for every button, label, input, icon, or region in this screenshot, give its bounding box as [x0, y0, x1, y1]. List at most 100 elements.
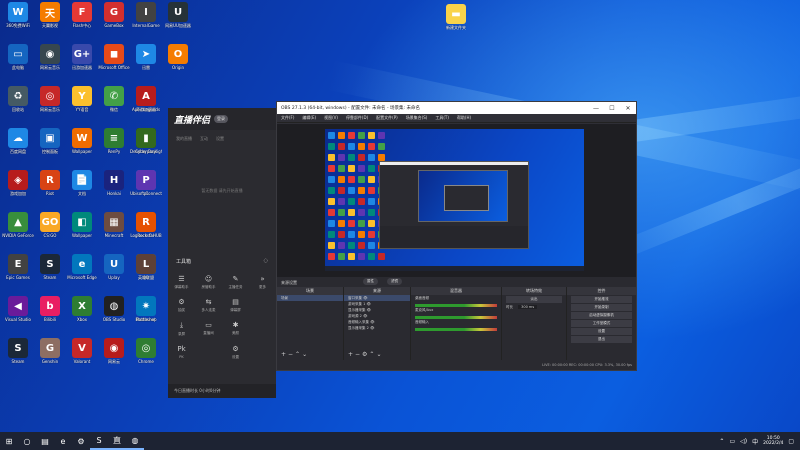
desktop-icon[interactable]: R Riot — [34, 170, 66, 196]
control-button[interactable]: 工作室模式 — [571, 320, 632, 327]
scenes-dock-controls[interactable]: +−⌃⌄ — [281, 351, 309, 358]
visibility-icon[interactable]: 👁 — [362, 314, 367, 318]
duration-input[interactable]: 300 ms — [518, 305, 538, 309]
tool-item[interactable]: ⚙ 设置 — [222, 345, 249, 360]
toolbox-expand-icon[interactable]: ◌ — [264, 258, 268, 265]
transition-type-select[interactable]: 淡出 — [506, 296, 562, 303]
desktop-icon[interactable]: ◈ 游戏加加 — [2, 170, 34, 196]
desktop-icon[interactable]: U Uplay — [98, 254, 130, 280]
desktop-icon[interactable]: U 网易UU加速器 — [162, 2, 194, 28]
taskbar-live-app-icon[interactable]: 直 — [108, 432, 126, 450]
desktop-icon[interactable]: ▮ Cyberpunk — [130, 128, 162, 154]
desktop-icon[interactable]: 📄 文档 — [66, 170, 98, 196]
close-icon[interactable]: ✕ — [620, 105, 636, 112]
minimize-icon[interactable]: — — [588, 105, 604, 112]
desktop-icon[interactable]: Pps — [130, 170, 162, 196]
desktop-icon[interactable]: ✷ Battle.net — [130, 296, 162, 322]
desktop-icon[interactable]: ◎ Chrome — [130, 338, 162, 364]
source-item[interactable]: 显示器采集 2 👁 — [344, 325, 410, 331]
desktop-icon[interactable]: ▲ NVIDIA GeForce — [2, 212, 34, 238]
taskbar-search-icon[interactable]: ○ — [18, 432, 36, 450]
desktop-icon[interactable]: S Steam — [34, 254, 66, 280]
visibility-icon[interactable]: 👁 — [362, 296, 367, 300]
properties-button[interactable]: 属性 — [363, 278, 378, 285]
desktop-icon[interactable]: G GameBox — [98, 2, 130, 28]
desktop-icon[interactable]: ◉ 网易云音乐 — [34, 44, 66, 70]
sources-dock-controls[interactable]: +−⚙⌃⌄ — [348, 351, 384, 358]
tray-arrow-icon[interactable]: ⌃ — [719, 438, 724, 445]
desktop-icon[interactable]: ≡ RenPy — [98, 128, 130, 154]
menu-item[interactable]: 帮助(H) — [457, 115, 471, 121]
desktop-icon[interactable]: ✆ 微信 — [98, 86, 130, 112]
menu-item[interactable]: 文件(F) — [281, 115, 294, 121]
desktop-icon[interactable]: ▦ Minecraft — [98, 212, 130, 238]
desktop-icon[interactable]: W 360免费WiFi — [2, 2, 34, 28]
desktop-icon[interactable]: A Apex Legends — [130, 86, 162, 112]
desktop-icon[interactable]: F Flash中心 — [66, 2, 98, 28]
notification-icon[interactable]: ▢ — [788, 438, 794, 445]
clock[interactable]: 10:50 2022/2/4 — [763, 436, 783, 446]
menu-item[interactable]: 配置文件(P) — [376, 115, 398, 121]
tool-item[interactable]: ⤓ 录屏 — [168, 321, 195, 337]
menu-item[interactable]: 停靠部件(D) — [346, 115, 368, 121]
control-button[interactable]: 退出 — [571, 336, 632, 343]
visibility-icon[interactable]: 👁 — [369, 326, 374, 330]
taskbar-edge-icon[interactable]: e — [54, 432, 72, 450]
menu-item[interactable]: 视图(V) — [324, 115, 338, 121]
menu-item[interactable]: 场景集合(S) — [406, 115, 428, 121]
tool-item[interactable]: » 更多 — [249, 275, 276, 290]
desktop-icon[interactable]: H Honkai — [98, 170, 130, 196]
taskbar-start-icon[interactable]: ⊞ — [0, 432, 18, 450]
desktop-icon[interactable]: ◎ 网易云音乐 — [34, 86, 66, 112]
desktop-icon[interactable]: L 英雄联盟 — [130, 254, 162, 280]
desktop-icon[interactable]: R Rockstar — [130, 212, 162, 238]
taskbar-settings-icon[interactable]: ⚙ — [72, 432, 90, 450]
visibility-icon[interactable]: 👁 — [365, 302, 370, 306]
desktop-icon[interactable]: b Bilibili — [34, 296, 66, 322]
login-button[interactable]: 登录 — [214, 115, 229, 123]
desktop-icon[interactable]: ◉ 网易云 — [98, 338, 130, 364]
desktop-icon[interactable]: ◼ Microsoft Office — [98, 44, 130, 70]
scene-item[interactable]: 场景 — [277, 295, 343, 301]
desktop-icon[interactable]: GO CS:GO — [34, 212, 66, 238]
control-button[interactable]: 开始推流 — [571, 296, 632, 303]
tool-item[interactable]: ✱ 美颜 — [222, 321, 249, 337]
tool-item[interactable]: ☰ 弹幕助手 — [168, 275, 195, 290]
menu-item[interactable]: 编辑(E) — [302, 115, 316, 121]
volume-icon[interactable]: ◁) — [740, 438, 747, 445]
desktop-icon[interactable]: Y YY语音 — [66, 86, 98, 112]
desktop-icon[interactable]: e Microsoft Edge — [66, 254, 98, 280]
ime-icon[interactable]: 中 — [752, 437, 758, 446]
desktop-icon[interactable]: ▭ 此电脑 — [2, 44, 34, 70]
taskbar-obs-icon[interactable]: ◍ — [126, 432, 144, 450]
tab-settings[interactable]: 设置 — [216, 136, 224, 142]
tab-my-live[interactable]: 我的直播 — [176, 136, 192, 142]
desktop-icon[interactable]: V Valorant — [66, 338, 98, 364]
volume-meter[interactable] — [415, 328, 497, 331]
network-icon[interactable]: ▭ — [729, 438, 735, 445]
desktop-icon[interactable]: ◍ OBS Studio — [98, 296, 130, 322]
tool-item[interactable]: ▭ 直播间 — [195, 321, 222, 337]
desktop-icon[interactable]: G+ 迅游加速器 — [66, 44, 98, 70]
desktop-icon[interactable]: E Epic Games — [2, 254, 34, 280]
tool-item[interactable]: ▤ 弹幕屏 — [222, 298, 249, 313]
tool-item[interactable]: Pk PK — [168, 345, 195, 360]
desktop-icon[interactable]: O Origin — [162, 44, 194, 70]
control-button[interactable]: 设置 — [571, 328, 632, 335]
tab-interact[interactable]: 互动 — [200, 136, 208, 142]
control-button[interactable]: 启动虚拟摄像机 — [571, 312, 632, 319]
desktop-icon[interactable]: ◀ Visual Studio — [2, 296, 34, 322]
desktop-icon[interactable]: W Wallpaper — [66, 128, 98, 154]
desktop-icon[interactable]: 天天翼影视 — [34, 2, 66, 28]
visibility-icon[interactable]: 👁 — [366, 308, 371, 312]
filters-button[interactable]: 滤镜 — [387, 278, 402, 285]
tool-item[interactable]: ⚙ 抽奖 — [168, 298, 195, 313]
desktop-icon[interactable]: ▣ 控制面板 — [34, 128, 66, 154]
taskbar-steam-icon[interactable]: S — [90, 432, 108, 450]
maximize-icon[interactable]: ☐ — [604, 105, 620, 112]
desktop-icon[interactable]: G Genshin — [34, 338, 66, 364]
desktop-icon[interactable]: ➤ 迅雷 — [130, 44, 162, 70]
desktop-icon[interactable]: I InternalGame — [130, 2, 162, 28]
desktop-icon[interactable]: ☁ 百度网盘 — [2, 128, 34, 154]
tool-item[interactable]: ⇆ 多人连麦 — [195, 298, 222, 313]
